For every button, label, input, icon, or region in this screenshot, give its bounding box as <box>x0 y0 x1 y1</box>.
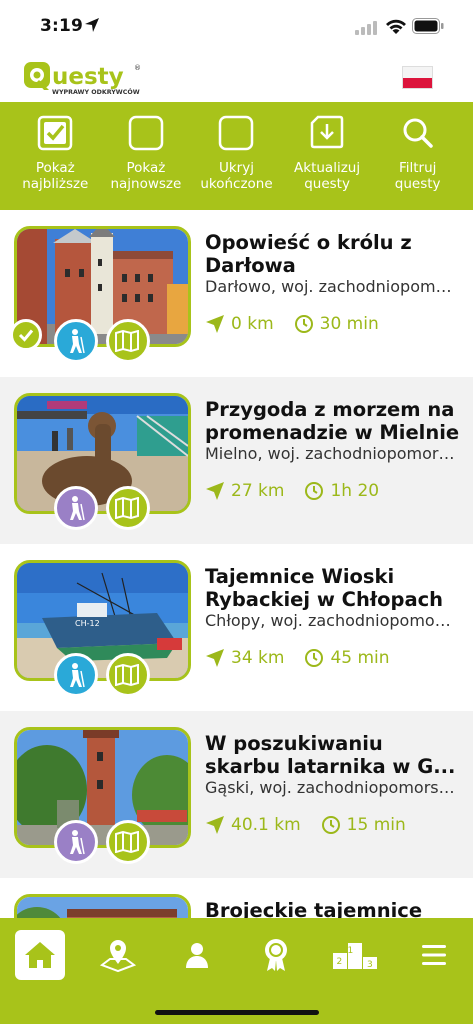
quest-card[interactable]: CH-12 Tajemnice Wioski Rybackiej w Chłopa… <box>0 544 473 711</box>
quest-card[interactable]: Brojeckie tajemnice <box>0 878 473 918</box>
quest-distance: 27 km <box>231 481 285 501</box>
nav-menu[interactable] <box>409 930 459 980</box>
bottom-navigation: 1 2 3 <box>0 918 473 1024</box>
user-icon <box>186 943 208 968</box>
quest-list[interactable]: Opowieść o królu z Darłowa Darłowo, woj. … <box>0 210 473 918</box>
tool-label: questy <box>304 176 350 192</box>
nav-profile[interactable] <box>172 930 222 980</box>
home-indicator <box>155 1010 319 1015</box>
map-phone-icon <box>106 653 150 697</box>
quest-distance: 40.1 km <box>231 815 301 835</box>
quest-duration: 15 min <box>346 815 406 835</box>
podium-third-label: 3 <box>367 960 373 969</box>
tool-label: Filtruj <box>398 160 437 176</box>
map-phone-icon <box>106 319 150 363</box>
polish-flag-icon[interactable] <box>403 67 432 88</box>
battery-icon <box>412 18 444 34</box>
nav-home[interactable] <box>15 930 65 980</box>
quest-card[interactable]: Opowieść o królu z Darłowa Darłowo, woj. … <box>0 210 473 377</box>
download-icon <box>309 115 345 151</box>
map-phone-icon <box>106 820 150 864</box>
walking-hiker-icon <box>54 319 98 363</box>
completed-check-icon <box>10 319 42 351</box>
show-nearest-button[interactable]: Pokaż najbliższe <box>10 102 101 210</box>
podium-first-label: 1 <box>348 946 354 956</box>
boat-registration-label: CH-12 <box>75 619 100 628</box>
clock-icon <box>305 649 324 667</box>
tool-label: najbliższe <box>22 176 89 192</box>
navigation-arrow-icon <box>206 315 224 333</box>
tool-label: Pokaż <box>126 160 166 176</box>
empty-checkbox-icon <box>128 115 164 151</box>
questy-logo: uesty ® WYPRAWY ODKRYWCÓW <box>24 62 141 96</box>
quest-duration: 1h 20 <box>330 481 380 501</box>
quest-title: Opowieść o królu z Darłowa <box>205 231 412 277</box>
quest-photo <box>14 727 191 848</box>
quest-title: Tajemnice Wioski Rybackiej w Chłopach <box>205 565 444 611</box>
quest-photo <box>14 393 191 514</box>
svg-text:WYPRAWY ODKRYWCÓW: WYPRAWY ODKRYWCÓW <box>52 87 140 96</box>
clock-icon <box>321 816 340 834</box>
svg-text:®: ® <box>134 64 141 72</box>
walking-hiker-icon <box>54 486 98 530</box>
tool-label: Aktualizuj <box>294 160 361 176</box>
checked-checkbox-icon <box>37 115 73 151</box>
show-newest-button[interactable]: Pokaż najnowsze <box>101 102 192 210</box>
quest-duration: 45 min <box>330 648 390 668</box>
quest-title: Brojeckie tajemnice <box>205 899 423 918</box>
quest-distance: 0 km <box>231 314 274 334</box>
medal-icon <box>265 939 287 971</box>
tool-label: ukończone <box>200 176 273 192</box>
quest-card[interactable]: Przygoda z morzem na promenadzie w Mielni… <box>0 377 473 544</box>
map-pin-icon <box>100 940 136 973</box>
quest-card[interactable]: W poszukiwaniu skarbu latarnika w G... Gą… <box>0 711 473 878</box>
search-icon <box>400 115 436 151</box>
clock-icon <box>294 315 313 333</box>
wifi-icon <box>386 19 406 34</box>
navigation-arrow-icon <box>206 816 224 834</box>
navigation-arrow-icon <box>206 649 224 667</box>
quest-location: Chłopy, woj. zachodniopomorskie <box>205 611 455 630</box>
svg-text:uesty: uesty <box>52 64 124 90</box>
quest-photo: CH-12 <box>14 560 191 681</box>
filter-quests-button[interactable]: Filtruj questy <box>372 102 463 210</box>
quest-title: Przygoda z morzem na promenadzie w Mielni… <box>205 398 460 444</box>
hide-completed-button[interactable]: Ukryj ukończone <box>191 102 282 210</box>
update-quests-button[interactable]: Aktualizuj questy <box>282 102 373 210</box>
status-time: 3:19 <box>40 16 84 36</box>
hamburger-menu-icon <box>422 945 446 965</box>
quest-distance: 34 km <box>231 648 285 668</box>
quest-title: W poszukiwaniu skarbu latarnika w G... <box>205 732 456 778</box>
quest-photo <box>14 894 191 918</box>
empty-checkbox-icon <box>218 115 254 151</box>
nav-map[interactable] <box>93 930 143 980</box>
quest-location: Mielno, woj. zachodniopomorskie <box>205 444 455 463</box>
tool-label: najnowsze <box>110 176 182 192</box>
status-bar: 3:19 <box>0 0 473 54</box>
quest-location: Gąski, woj. zachodniopomorskie <box>205 778 455 797</box>
quest-duration: 30 min <box>319 314 379 334</box>
navigation-arrow-icon <box>206 482 224 500</box>
tool-label: questy <box>394 176 441 192</box>
clock-icon <box>305 482 324 500</box>
quest-location: Darłowo, woj. zachodniopomorskie <box>205 277 455 296</box>
walking-hiker-icon <box>54 820 98 864</box>
tool-label: Pokaż <box>35 160 75 176</box>
filter-toolbar: Pokaż najbliższe Pokaż najnowsze Ukryj ukoń… <box>0 102 473 210</box>
map-phone-icon <box>106 486 150 530</box>
nav-achievements[interactable] <box>251 930 301 980</box>
tool-label: Ukryj <box>218 160 254 176</box>
podium-icon: 1 2 3 <box>333 943 377 969</box>
cellular-signal-icon <box>355 21 377 35</box>
home-icon <box>25 942 55 968</box>
app-header: uesty ® WYPRAWY ODKRYWCÓW <box>0 54 473 102</box>
walking-hiker-icon <box>54 653 98 697</box>
location-arrow-icon <box>85 18 99 32</box>
nav-ranking[interactable]: 1 2 3 <box>330 930 380 980</box>
podium-second-label: 2 <box>337 957 343 967</box>
